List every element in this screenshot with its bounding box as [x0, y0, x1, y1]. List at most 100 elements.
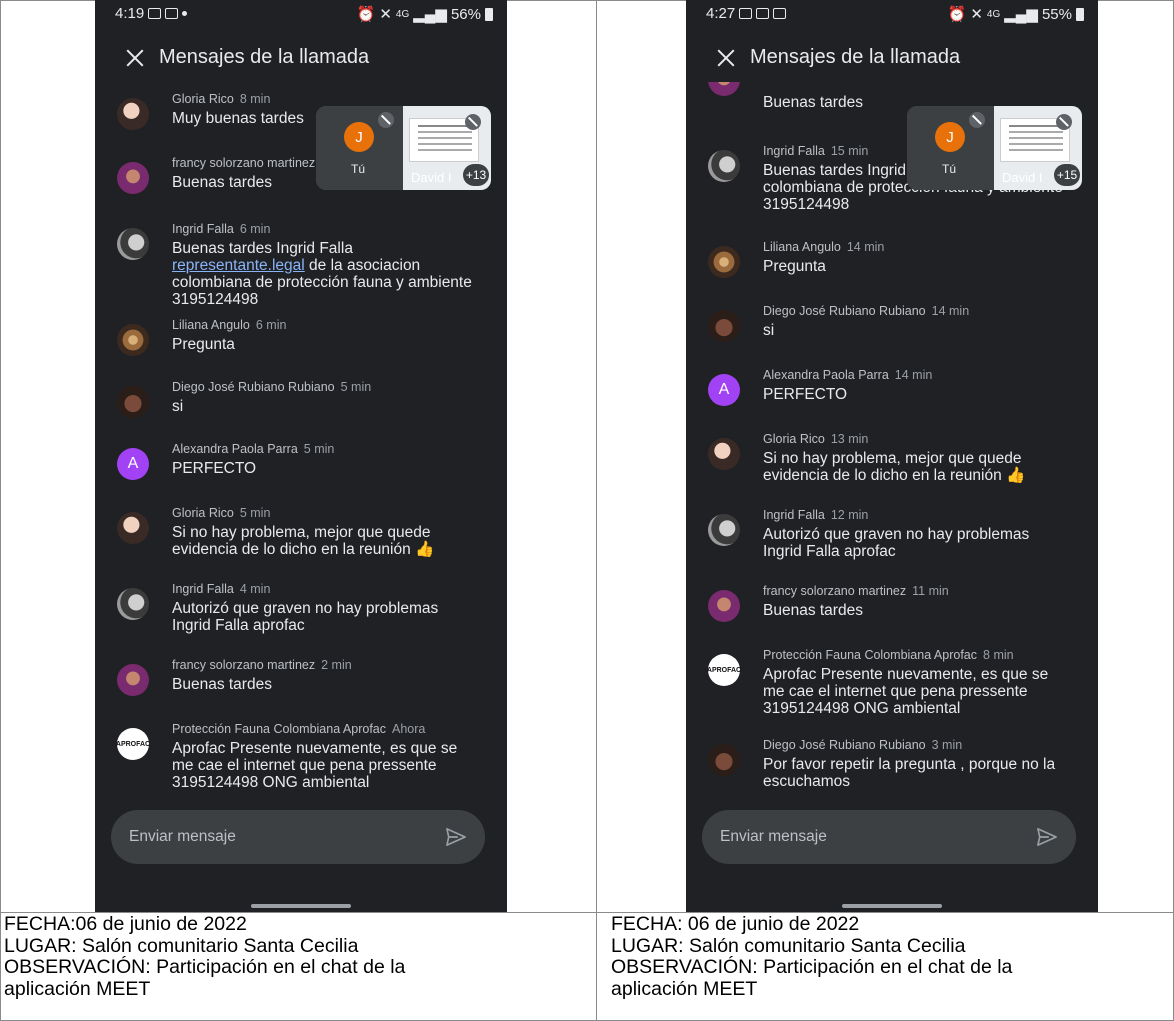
message-text: Aprofac Presente nuevamente, es que se m…	[763, 666, 1049, 717]
message-text: Buenas tardes	[763, 602, 863, 619]
message-sender: Gloria Rico	[172, 92, 234, 106]
avatar	[708, 150, 740, 182]
self-tile: J Tú	[907, 106, 994, 190]
message-time: 5 min	[239, 506, 271, 520]
avatar	[117, 162, 149, 194]
avatar	[708, 310, 740, 342]
message-time: 8 min	[239, 92, 271, 106]
message-time: Ahora	[392, 722, 426, 736]
participant-name: David I	[1002, 170, 1043, 185]
status-bar: 4:27 ⏰ ✕ 4G ▂▄▆ 55%	[686, 0, 1098, 30]
message-time: 3 min	[931, 738, 963, 752]
message-text-part: Si no hay problema, mejor que quede evid…	[763, 450, 1022, 484]
message-text: PERFECTO	[172, 460, 257, 477]
message-time: 5 min	[303, 442, 335, 456]
notification-dot-icon	[182, 11, 188, 16]
message-sender: Protección Fauna Colombiana Aprofac	[763, 648, 978, 662]
chat-header: Mensajes de la llamada	[686, 40, 1098, 80]
message-sender: francy solorzano martinez	[172, 156, 316, 170]
avatar	[117, 98, 149, 130]
message-compose	[702, 810, 1076, 864]
avatar	[708, 246, 740, 278]
mic-off-icon	[969, 112, 985, 128]
phone-screenshot-right: 4:27 ⏰ ✕ 4G ▂▄▆ 55% Mensajes de la llama…	[686, 0, 1098, 912]
gallery-icon	[165, 8, 179, 19]
caption-place: LUGAR: Salón comunitario Santa Cecilia	[611, 934, 966, 957]
message-sender: Alexandra Paola Parra	[172, 442, 298, 456]
status-bar: 4:19 ⏰ ✕ 4G ▂▄▆ 56%	[95, 0, 507, 30]
message-time: 14 min	[894, 368, 933, 382]
message-sender: Diego José Rubiano Rubiano	[763, 738, 926, 752]
message-input[interactable]	[111, 810, 411, 864]
avatar	[708, 590, 740, 622]
message-list[interactable]: Buenas tardes Ingrid Falla 15 min Buenas …	[686, 82, 1098, 802]
caption-observation: OBSERVACIÓN: Participación en el chat de…	[611, 956, 1013, 978]
message-sender: Diego José Rubiano Rubiano	[763, 304, 926, 318]
message-input[interactable]	[702, 810, 1002, 864]
message-time: 12 min	[830, 508, 869, 522]
video-pip[interactable]: J Tú David I +13	[316, 106, 491, 190]
caption-date: FECHA:06 de junio de 2022	[4, 913, 247, 935]
presentation-tile: David I +15	[994, 106, 1082, 190]
message-sender: francy solorzano martinez	[172, 658, 316, 672]
avatar	[708, 438, 740, 470]
alarm-icon: ⏰	[947, 6, 967, 23]
message-text: Si no hay problema, mejor que quede evid…	[172, 524, 477, 558]
message-text: Autorizó que graven no hay problemas Ing…	[172, 600, 439, 634]
page-title: Mensajes de la llamada	[750, 46, 961, 68]
signal-icon: ▂▄▆	[1004, 6, 1038, 23]
participant-count-badge: +15	[1054, 164, 1080, 186]
aprofac-logo: APROFAC	[707, 654, 741, 686]
message-text-part: Buenas tardes Ingrid Falla	[172, 240, 353, 257]
avatar	[117, 324, 149, 356]
caption-right: FECHA: 06 de junio de 2022 LUGAR: Salón …	[611, 913, 1174, 1000]
message-compose	[111, 810, 485, 864]
caption-observation-cont: aplicación MEET	[4, 977, 151, 1000]
caption-left: FECHA:06 de junio de 2022 LUGAR: Salón c…	[4, 913, 579, 1000]
message-sender: Liliana Angulo	[172, 318, 250, 332]
avatar: A	[117, 448, 149, 480]
message-sender: Gloria Rico	[172, 506, 234, 520]
message-text-part: Si no hay problema, mejor que quede evid…	[172, 524, 431, 558]
message-text: si	[763, 322, 775, 339]
message-text: Buenas tardes Ingrid Falla representante…	[172, 240, 477, 308]
mute-icon: ✕	[970, 6, 983, 23]
message-time: 14 min	[846, 240, 885, 254]
send-icon[interactable]	[1036, 827, 1058, 847]
message-text: Aprofac Presente nuevamente, es que se m…	[172, 740, 458, 791]
email-link[interactable]: representante.legal	[172, 257, 305, 274]
message-text: Pregunta	[763, 258, 826, 275]
message-text: Por favor repetir la pregunta , porque n…	[763, 756, 1056, 790]
message-text: Buenas tardes	[172, 676, 272, 693]
thumbs-up-icon: 👍	[1006, 467, 1026, 484]
message-time: 4 min	[239, 582, 271, 596]
message-text: Si no hay problema, mejor que quede evid…	[763, 450, 1068, 484]
avatar	[708, 744, 740, 776]
thumbs-up-icon: 👍	[415, 541, 435, 558]
send-icon[interactable]	[445, 827, 467, 847]
avatar	[117, 512, 149, 544]
message-sender: francy solorzano martinez	[763, 584, 907, 598]
close-icon[interactable]	[714, 46, 738, 70]
message-text: si	[172, 398, 184, 415]
avatar	[117, 386, 149, 418]
self-label: Tú	[942, 162, 957, 176]
message-sender: Liliana Angulo	[763, 240, 841, 254]
participant-count-badge: +13	[463, 164, 489, 186]
gesture-bar[interactable]	[251, 904, 351, 908]
gesture-bar[interactable]	[842, 904, 942, 908]
status-time: 4:19	[115, 5, 145, 22]
message-list[interactable]: Gloria Rico 8 min Muy buenas tardes franc…	[95, 82, 507, 802]
signal-label: 4G	[986, 8, 1001, 20]
self-tile: J Tú	[316, 106, 403, 190]
message-text: Pregunta	[172, 336, 235, 353]
message-sender: Diego José Rubiano Rubiano	[172, 380, 335, 394]
chat-header: Mensajes de la llamada	[95, 40, 507, 80]
caption-observation-cont: aplicación MEET	[611, 977, 758, 1000]
cast-icon	[756, 8, 770, 19]
video-pip[interactable]: J Tú David I +15	[907, 106, 1082, 190]
message-text: Autorizó que graven no hay problemas Ing…	[763, 526, 1030, 560]
close-icon[interactable]	[123, 46, 147, 70]
self-avatar: J	[935, 122, 965, 152]
status-time: 4:27	[706, 5, 736, 22]
